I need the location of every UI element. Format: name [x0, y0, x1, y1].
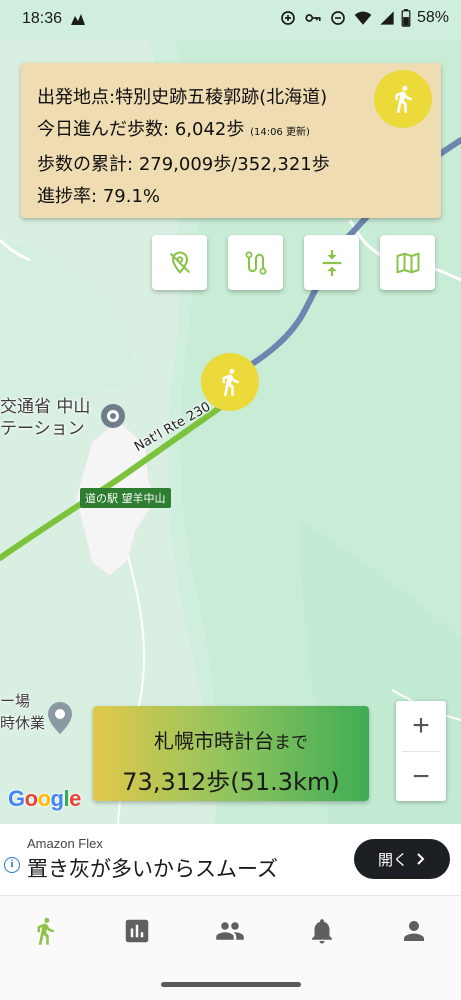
status-bar: 18:36 58% [0, 0, 461, 40]
map-view[interactable]: 交通省 中山 テーション 道の駅 望羊中山 Nat'l Rte 230 ー場 時… [0, 0, 461, 824]
google-logo: Google [8, 786, 81, 811]
location-off-icon [169, 250, 190, 274]
group-icon [216, 922, 244, 940]
zoom-controls: + − [396, 701, 446, 801]
zoom-out-button[interactable]: − [396, 752, 446, 802]
zoom-in-button[interactable]: + [396, 701, 446, 751]
progress-label: 進捗率: [37, 186, 98, 207]
ad-headline: 置き灰が多いからスムーズ [27, 857, 278, 881]
walk-icon [395, 85, 412, 113]
status-icons: 58% [279, 9, 449, 27]
vpn-key-icon [305, 14, 321, 22]
ad-info-icon[interactable]: i [4, 857, 20, 873]
route-button[interactable] [228, 235, 283, 290]
destination-remaining: 73,312歩(51.3km) [122, 768, 340, 796]
walk-icon [222, 368, 239, 396]
today-updated: (14:06 更新) [250, 127, 310, 138]
destination-card[interactable]: 札幌市時計台まで 73,312歩(51.3km) [93, 706, 369, 801]
today-steps-label: 今日進んだ歩数: [37, 119, 170, 140]
walk-icon [37, 917, 54, 945]
signal-icon [380, 11, 394, 25]
cumulative-value: 279,009歩/352,321歩 [138, 154, 330, 175]
bar-chart-icon [125, 919, 149, 943]
app-notification-icon [71, 14, 85, 25]
ad-brand: Amazon Flex [27, 836, 103, 851]
vertical-align-center-icon [322, 249, 341, 276]
chevron-right-icon [417, 853, 425, 865]
route-icon [244, 250, 267, 275]
station-pin-icon [101, 404, 125, 428]
today-steps-value: 6,042歩 [174, 119, 245, 140]
map-button[interactable] [380, 235, 435, 290]
wifi-icon [354, 11, 372, 25]
ad-open-button[interactable]: 開く [354, 839, 450, 879]
person-icon [404, 921, 424, 941]
cumulative-label: 歩数の累計: [37, 154, 134, 175]
nav-friends[interactable] [212, 913, 248, 949]
data-saver-icon [281, 11, 295, 25]
progress-value: 79.1% [102, 186, 160, 207]
station-tag[interactable]: 道の駅 望羊中山 [80, 488, 171, 508]
destination-name: 札幌市時計台 [154, 729, 274, 753]
nav-profile[interactable] [396, 913, 432, 949]
location-off-button[interactable] [152, 235, 207, 290]
walker-avatar-button[interactable] [374, 70, 432, 128]
poi-station-label[interactable]: 交通省 中山 テーション [0, 396, 90, 440]
status-time: 18:36 [22, 10, 63, 27]
do-not-disturb-icon [331, 11, 345, 25]
departure-value: 特別史跡五稜郭跡(北海道) [115, 87, 328, 108]
compress-button[interactable] [304, 235, 359, 290]
nav-walk[interactable] [27, 913, 63, 949]
ad-banner[interactable]: Amazon Flex i 置き灰が多いからスムーズ 開く [0, 824, 461, 895]
bell-icon [312, 919, 332, 944]
ad-open-label: 開く [377, 850, 408, 869]
map-icon [396, 252, 419, 273]
current-position-marker[interactable] [201, 353, 259, 411]
battery-percent: 58% [416, 9, 449, 26]
nav-stats[interactable] [119, 913, 155, 949]
destination-suffix: まで [274, 733, 308, 753]
home-indicator[interactable] [161, 982, 301, 987]
poi-lower-label[interactable]: ー場 時休業 [0, 690, 45, 734]
nav-notifications[interactable] [304, 913, 340, 949]
departure-label: 出発地点: [37, 87, 116, 108]
battery-icon [401, 9, 411, 27]
